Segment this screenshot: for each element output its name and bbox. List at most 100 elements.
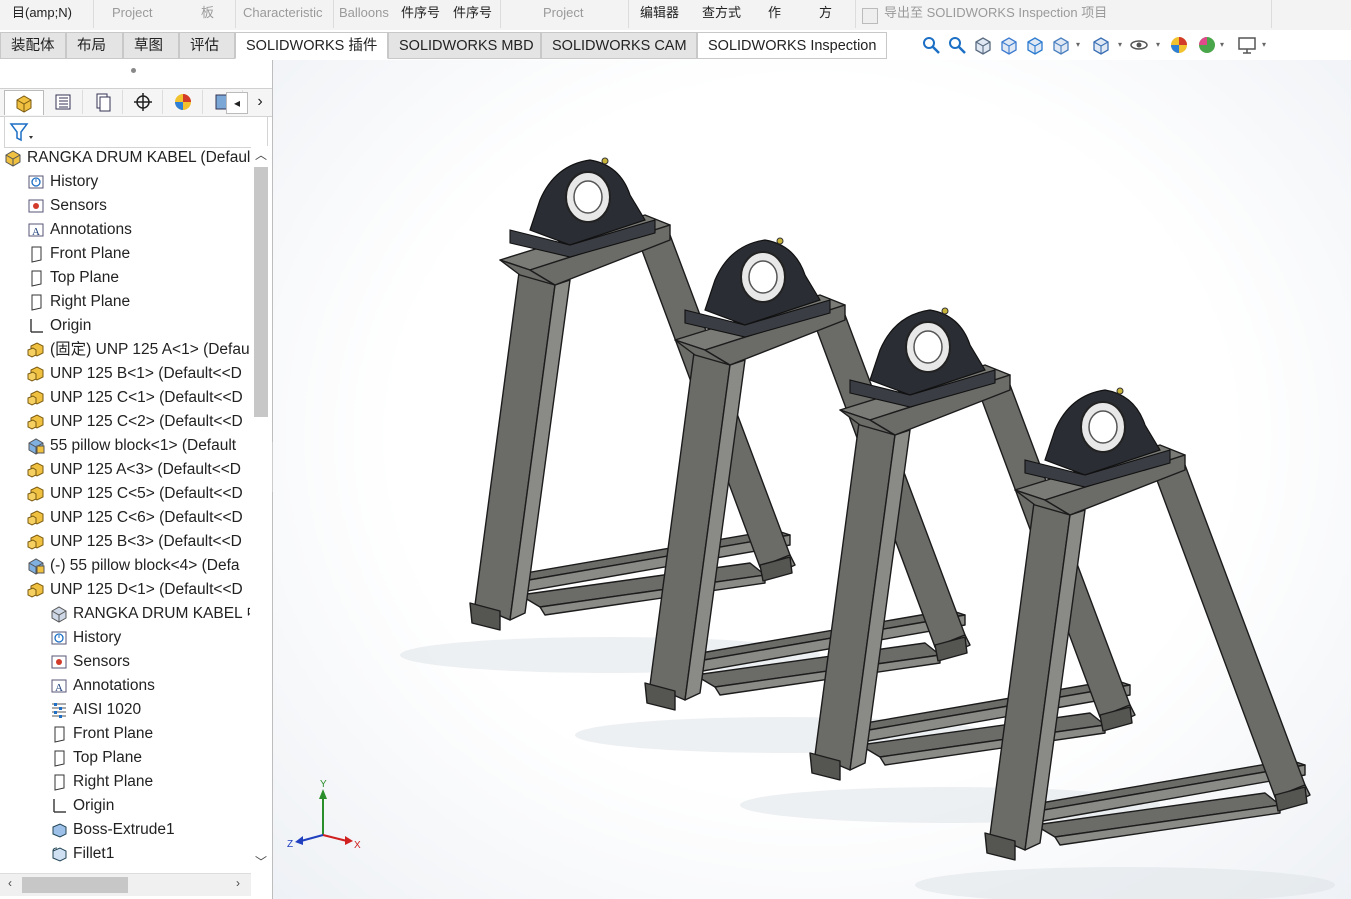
panel-grip-handle[interactable] xyxy=(131,68,136,73)
zoom-to-area-icon[interactable] xyxy=(946,34,968,56)
apply-scene-icon[interactable] xyxy=(1196,34,1218,56)
dynamic-annotation-view-icon[interactable] xyxy=(1024,34,1046,56)
tree-item-label: UNP 125 C<6> (Default<<D xyxy=(50,509,243,526)
tree-vertical-scrollbar[interactable]: ︿ ﹀ xyxy=(251,146,271,873)
tree-item[interactable]: Sensors xyxy=(0,194,250,218)
tab-6[interactable]: SOLIDWORKS MBD xyxy=(388,32,541,59)
ribbon-item[interactable]: 件序号 xyxy=(401,4,440,24)
tree-item-label: AISI 1020 xyxy=(73,701,142,718)
part-icon xyxy=(27,461,45,479)
grease-nipple xyxy=(941,307,949,315)
filter-icon[interactable] xyxy=(7,118,37,146)
scroll-thumb[interactable] xyxy=(254,167,268,417)
ribbon-item[interactable]: Characteristic xyxy=(243,4,322,24)
edit-appearance-icon[interactable] xyxy=(1168,34,1190,56)
tree-item[interactable]: Origin xyxy=(0,794,250,818)
tab-5[interactable]: SOLIDWORKS 插件 xyxy=(235,32,388,59)
ribbon-item[interactable]: 导出至 SOLIDWORKS Inspection 项目 xyxy=(884,4,1107,24)
ribbon-item[interactable]: 方 xyxy=(819,4,832,24)
scroll-left-icon[interactable]: ‹ xyxy=(2,876,18,890)
ribbon-item[interactable]: 板 xyxy=(201,4,214,24)
dimxpert-tab[interactable] xyxy=(124,90,163,114)
tree-item[interactable]: UNP 125 C<1> (Default<<D xyxy=(0,386,250,410)
tree-item[interactable]: RANGKA DRUM KABEL (Default xyxy=(0,146,250,170)
tree-item[interactable]: Fillet1 xyxy=(0,842,250,866)
dropdown-caret-icon[interactable]: ▾ xyxy=(1118,40,1122,49)
tab-3[interactable]: 草图 xyxy=(123,32,179,59)
ribbon-item[interactable]: Project xyxy=(543,4,583,24)
tree-item[interactable]: UNP 125 B<1> (Default<<D xyxy=(0,362,250,386)
feature-tree: RANGKA DRUM KABEL (Default History Sensors… xyxy=(0,146,250,873)
scroll-down-icon[interactable]: ﹀ xyxy=(251,853,271,871)
tree-item[interactable]: Boss-Extrude1 xyxy=(0,818,250,842)
graphics-area[interactable]: Y X Z xyxy=(273,60,1351,899)
ribbon-item[interactable]: 件序号 xyxy=(453,4,492,24)
tree-item[interactable]: Top Plane xyxy=(0,266,250,290)
tab-scroll-left-icon[interactable]: ◂ xyxy=(226,92,248,114)
plane-icon xyxy=(27,293,45,311)
scroll-up-icon[interactable]: ︿ xyxy=(251,146,271,164)
hide-show-items-icon[interactable] xyxy=(1128,34,1150,56)
tree-item[interactable]: UNP 125 A<3> (Default<<D xyxy=(0,458,250,482)
grease-nipple xyxy=(601,157,609,165)
configurationmanager-tab[interactable] xyxy=(84,90,123,114)
propertymanager-tab[interactable] xyxy=(44,90,83,114)
display-manager-tab[interactable] xyxy=(164,90,203,114)
feature-filter-box[interactable] xyxy=(4,116,268,148)
section-view-icon[interactable] xyxy=(998,34,1020,56)
ribbon-separator xyxy=(855,0,856,28)
tree-item[interactable]: Sensors xyxy=(0,650,250,674)
ribbon-item[interactable]: Project xyxy=(112,4,152,24)
zoom-to-fit-icon[interactable] xyxy=(920,34,942,56)
dropdown-caret-icon[interactable]: ▾ xyxy=(1076,40,1080,49)
tree-item[interactable]: Front Plane xyxy=(0,722,250,746)
panel-tab-strip: ◂ › xyxy=(0,88,272,117)
scroll-right-icon[interactable]: › xyxy=(230,876,246,890)
triad-y-label: Y xyxy=(320,779,327,790)
tree-item[interactable]: Right Plane xyxy=(0,290,250,314)
ribbon-item[interactable]: 作 xyxy=(768,4,781,24)
tree-item[interactable]: UNP 125 C<2> (Default<<D xyxy=(0,410,250,434)
display-style-icon[interactable] xyxy=(1090,34,1112,56)
featuremanager-tab[interactable] xyxy=(4,90,44,115)
tree-item[interactable]: Front Plane xyxy=(0,242,250,266)
tree-item[interactable]: 55 pillow block<1> (Default xyxy=(0,434,250,458)
dropdown-caret-icon[interactable]: ▾ xyxy=(1220,40,1224,49)
tab-2[interactable]: 布局 xyxy=(66,32,123,59)
tree-item[interactable]: Right Plane xyxy=(0,770,250,794)
ribbon-item[interactable]: 编辑器 xyxy=(640,4,679,24)
tab-scroll-right-icon[interactable]: › xyxy=(250,92,270,112)
tree-item-label: Top Plane xyxy=(50,269,119,286)
tree-item[interactable]: A Annotations xyxy=(0,218,250,242)
dropdown-caret-icon[interactable]: ▾ xyxy=(1262,40,1266,49)
ribbon-item[interactable]: 查方式 xyxy=(702,4,741,24)
tree-item[interactable]: (固定) UNP 125 A<1> (Default xyxy=(0,338,250,362)
tree-item[interactable]: Origin xyxy=(0,314,250,338)
dropdown-caret-icon[interactable]: ▾ xyxy=(1156,40,1160,49)
tree-item[interactable]: History xyxy=(0,170,250,194)
tree-item[interactable]: AISI 1020 xyxy=(0,698,250,722)
tree-item[interactable]: History xyxy=(0,626,250,650)
tree-item[interactable]: RANGKA DRUM KABEL 中 xyxy=(0,602,250,626)
tree-item[interactable]: Top Plane xyxy=(0,746,250,770)
tab-7[interactable]: SOLIDWORKS CAM xyxy=(541,32,697,59)
tree-item[interactable]: UNP 125 D<1> (Default<<D xyxy=(0,578,250,602)
tree-item-label: (固定) UNP 125 A<1> (Default xyxy=(50,341,250,358)
ribbon-item[interactable]: 目(amp;N) xyxy=(12,4,72,24)
tab-1[interactable]: 装配体 xyxy=(0,32,66,59)
tree-item[interactable]: A Annotations xyxy=(0,674,250,698)
ribbon-item[interactable]: Balloons xyxy=(339,4,389,24)
tab-4[interactable]: 评估 xyxy=(179,32,235,59)
history-icon xyxy=(50,629,68,647)
tree-item[interactable]: (-) 55 pillow block<4> (Defa xyxy=(0,554,250,578)
tree-item[interactable]: UNP 125 B<3> (Default<<D xyxy=(0,530,250,554)
previous-view-icon[interactable] xyxy=(972,34,994,56)
tree-item[interactable]: UNP 125 C<6> (Default<<D xyxy=(0,506,250,530)
view-settings-icon[interactable] xyxy=(1236,34,1258,56)
tab-8[interactable]: SOLIDWORKS Inspection xyxy=(697,32,887,59)
tree-horizontal-scrollbar[interactable]: ‹ › xyxy=(0,873,251,896)
view-orientation-icon[interactable] xyxy=(1050,34,1072,56)
hscroll-thumb[interactable] xyxy=(22,877,128,893)
view-triad[interactable]: Y X Z xyxy=(287,779,361,851)
tree-item[interactable]: UNP 125 C<5> (Default<<D xyxy=(0,482,250,506)
